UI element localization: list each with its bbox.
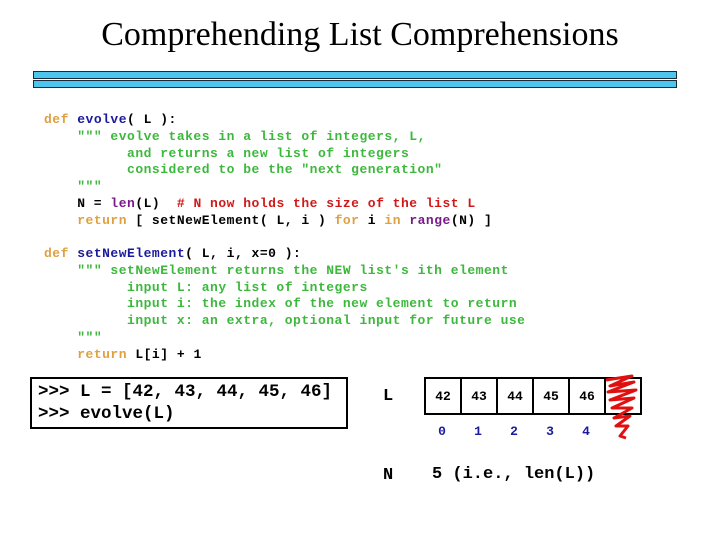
code-line: return L[i] + 1 — [44, 347, 525, 364]
repl-line-1: >>> L = [42, 43, 44, 45, 46] — [38, 382, 333, 402]
list-index: 2 — [510, 424, 518, 439]
code-token: # N now holds the size of the list L — [176, 195, 476, 211]
code-token: L[i] + 1 — [127, 346, 202, 362]
code-line: input L: any list of integers — [44, 280, 525, 297]
repl-line-2: >>> evolve(L) — [38, 404, 175, 424]
list-index: 3 — [546, 424, 554, 439]
code-line: """ evolve takes in a list of integers, … — [44, 129, 492, 146]
code-token: input L: any list of integers — [44, 279, 368, 295]
code-token: def — [44, 246, 78, 261]
code-token: ( L, i, x=0 ): — [185, 246, 302, 261]
code-token: considered to be the "next generation" — [44, 162, 443, 178]
accent-bar-bottom — [33, 80, 677, 88]
code-token: ( L ): — [127, 112, 177, 127]
slide-title: Comprehending List Comprehensions — [101, 16, 619, 53]
list-cell: 43 — [462, 379, 498, 413]
code-token: (N) ] — [450, 212, 493, 228]
code-token: def — [44, 112, 78, 127]
code-line: """ setNewElement returns the NEW list's… — [44, 263, 525, 280]
code-token: return — [77, 212, 128, 228]
code-token: """ — [77, 329, 103, 345]
list-label: L — [383, 387, 394, 406]
code-line: return [ setNewElement( L, i ) for i in … — [44, 213, 492, 230]
list-cell: 42 — [426, 379, 462, 413]
code-token: len — [110, 195, 136, 211]
code-line: input x: an extra, optional input for fu… — [44, 313, 525, 330]
accent-bar-top — [33, 71, 677, 79]
list-cell: 44 — [498, 379, 534, 413]
code-block-setnewelement: def setNewElement( L, i, x=0 ): """ setN… — [44, 246, 525, 364]
repl-box: >>> L = [42, 43, 44, 45, 46] >>> evolve(… — [30, 377, 348, 429]
code-line: def evolve( L ): — [44, 112, 492, 129]
code-token: i — [359, 212, 385, 228]
code-line: def setNewElement( L, i, x=0 ): — [44, 246, 525, 263]
code-token: for — [334, 212, 360, 228]
code-token: """ — [77, 179, 103, 195]
code-token: range — [409, 212, 451, 228]
list-index: 4 — [582, 424, 590, 439]
list-index: 0 — [438, 424, 446, 439]
code-token: evolve — [77, 112, 128, 127]
list-cell: 45 — [534, 379, 570, 413]
code-token: """ setNewElement returns the NEW list's… — [77, 262, 509, 278]
n-label: N — [383, 466, 394, 485]
code-token: return — [77, 346, 128, 362]
code-line: input i: the index of the new element to… — [44, 296, 525, 313]
code-line: considered to be the "next generation" — [44, 162, 492, 179]
list-index: 1 — [474, 424, 482, 439]
code-line: """ — [44, 179, 492, 196]
code-token: """ evolve takes in a list of integers, … — [77, 128, 426, 144]
n-value: 5 (i.e., len(L)) — [432, 465, 596, 484]
code-token: (L) — [135, 195, 177, 211]
code-token: in — [384, 212, 401, 228]
code-block-evolve: def evolve( L ): """ evolve takes in a l… — [44, 112, 492, 230]
code-token: [ setNewElement( L, i ) — [127, 212, 335, 228]
code-token: input x: an extra, optional input for fu… — [44, 313, 526, 329]
code-token: input i: the index of the new element to… — [44, 296, 518, 312]
red-scribble-icon — [605, 374, 638, 440]
code-token: setNewElement — [77, 246, 186, 261]
slide: Comprehending List Comprehensions def ev… — [0, 0, 720, 540]
code-token: N = — [44, 195, 111, 211]
code-line: and returns a new list of integers — [44, 146, 492, 163]
code-line: """ — [44, 330, 525, 347]
code-token: and returns a new list of integers — [44, 145, 410, 161]
code-line: N = len(L) # N now holds the size of the… — [44, 196, 492, 213]
